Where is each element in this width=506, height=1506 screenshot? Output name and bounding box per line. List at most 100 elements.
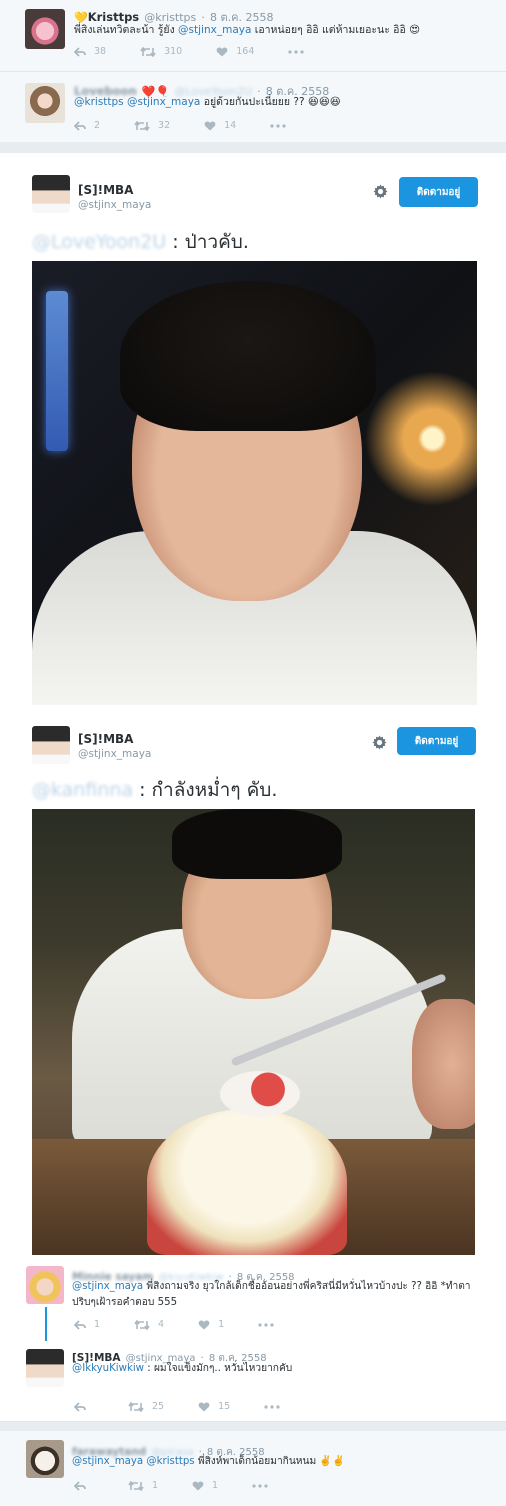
reply-icon	[74, 120, 86, 131]
mention-link[interactable]: @kristtps	[146, 1456, 194, 1467]
follow-button[interactable]: ติดตามอยู่	[397, 727, 476, 755]
reply-count: 1	[94, 1319, 101, 1330]
retweet-button[interactable]: 32	[134, 120, 170, 131]
more-icon	[270, 123, 286, 128]
retweet-count: 32	[158, 120, 171, 131]
tweet-photo[interactable]	[32, 261, 477, 705]
like-count: 14	[224, 120, 237, 131]
retweet-count: 25	[152, 1401, 165, 1412]
like-count: 164	[236, 46, 255, 57]
reply-button[interactable]	[74, 1401, 94, 1412]
retweet-icon	[140, 46, 156, 57]
more-icon	[252, 1483, 268, 1488]
heart-icon	[198, 1401, 210, 1411]
tweet-actions: 1 4 1	[74, 1319, 316, 1330]
retweet-button[interactable]: 4	[134, 1319, 164, 1330]
retweet-icon	[128, 1401, 144, 1412]
retweet-icon	[134, 1319, 150, 1330]
retweet-icon	[134, 120, 150, 131]
reply-icon	[74, 46, 86, 57]
gear-icon	[372, 735, 387, 750]
thread-line	[45, 1307, 47, 1341]
avatar[interactable]	[26, 1349, 64, 1387]
more-button[interactable]	[258, 1322, 282, 1327]
more-icon	[264, 1404, 280, 1409]
more-button[interactable]	[252, 1483, 276, 1488]
main-tweet-2[interactable]: [S]!MBA @stjinx_maya ติดตามอยู่ @kanfinn…	[0, 713, 506, 1263]
user-handle[interactable]: @stjinx_maya	[78, 748, 151, 760]
tweet-text: @kanfinna : กำลังหม่ำๆ คับ.	[32, 779, 278, 801]
gear-icon	[373, 184, 388, 199]
reply-icon	[74, 1401, 86, 1412]
heart-icon	[192, 1480, 204, 1490]
retweet-count: 1	[152, 1480, 159, 1491]
like-count: 1	[212, 1480, 219, 1491]
reply-count: 38	[94, 46, 107, 57]
user-name[interactable]: [S]!MBA	[78, 732, 133, 746]
tweet-loveboon[interactable]: Loveboon ❤️🎈 @LoveYoon2U · 8 ต.ค. 2558 @…	[0, 72, 506, 142]
reply-icon	[74, 1319, 86, 1330]
user-name[interactable]: [S]!MBA	[78, 183, 133, 197]
gear-button[interactable]	[372, 735, 387, 754]
more-button[interactable]	[288, 49, 312, 54]
avatar[interactable]	[32, 726, 70, 764]
avatar[interactable]	[25, 83, 65, 123]
like-button[interactable]: 15	[198, 1401, 230, 1412]
mention-link[interactable]: @kanfinna	[32, 779, 133, 801]
user-handle[interactable]: @stjinx_maya	[78, 199, 151, 211]
reply-button[interactable]: 1	[74, 1319, 100, 1330]
neon-sign	[46, 291, 68, 451]
more-button[interactable]	[270, 123, 294, 128]
tweet-actions: 25 15	[74, 1401, 322, 1412]
mention-link[interactable]: @IkkyuKiwkiw	[72, 1363, 144, 1374]
tweet-kristtps[interactable]: 💛Kristtps @kristtps · 8 ต.ค. 2558 พี่สิง…	[0, 0, 506, 71]
tweet-actions: 38 310 164	[74, 46, 346, 57]
more-icon	[258, 1322, 274, 1327]
tweet-actions: 2 32 14	[74, 120, 328, 131]
tweet-text: @LoveYoon2U : ป่าวคับ.	[32, 231, 249, 253]
gear-button[interactable]	[373, 184, 388, 203]
reply-button[interactable]: 2	[74, 120, 100, 131]
like-count: 15	[218, 1401, 231, 1412]
mention-link[interactable]: @stjinx_maya	[72, 1281, 143, 1292]
more-button[interactable]	[264, 1404, 288, 1409]
avatar[interactable]	[26, 1440, 64, 1478]
dessert-bowl	[147, 1109, 347, 1255]
mention-link[interactable]: @kristtps	[74, 96, 124, 108]
tweet-photo[interactable]	[32, 809, 475, 1255]
tweet-actions: 1 1	[74, 1480, 310, 1491]
retweet-button[interactable]: 25	[128, 1401, 164, 1412]
retweet-count: 310	[164, 46, 183, 57]
person-hair	[120, 281, 376, 431]
mention-link[interactable]: @LoveYoon2U	[32, 231, 166, 253]
retweet-button[interactable]: 310	[140, 46, 182, 57]
like-button[interactable]: 14	[204, 120, 236, 131]
like-button[interactable]: 1	[192, 1480, 218, 1491]
tweet-text: @stjinx_maya พี่สิงถามจริง ยุวใกล้เด็กชื…	[72, 1281, 471, 1308]
mention-link[interactable]: @stjinx_maya	[178, 24, 251, 36]
hand	[412, 999, 475, 1129]
mention-link[interactable]: @stjinx_maya	[72, 1456, 143, 1467]
like-button[interactable]: 1	[198, 1319, 224, 1330]
avatar[interactable]	[32, 175, 70, 213]
like-button[interactable]: 164	[216, 46, 254, 57]
heart-icon	[204, 120, 216, 130]
main-tweet-1[interactable]: [S]!MBA @stjinx_maya ติดตามอยู่ @LoveYoo…	[0, 153, 506, 713]
tweet-text: @kristtps @stjinx_maya อยู่ด้วยกันปะเนี่…	[74, 96, 341, 108]
avatar[interactable]	[25, 9, 65, 49]
more-icon	[288, 49, 304, 54]
reply-icon	[74, 1480, 86, 1491]
reply-3[interactable]: farawaytand @picasa · 8 ต.ค. 2558 @stjin…	[0, 1431, 506, 1506]
person-hair	[172, 809, 342, 879]
reply-button[interactable]: 38	[74, 46, 106, 57]
retweet-count: 4	[158, 1319, 165, 1330]
mention-link[interactable]: @stjinx_maya	[127, 96, 200, 108]
reply-2[interactable]: [S]!MBA @stjinx_maya · 8 ต.ค. 2558 @Ikky…	[0, 1341, 506, 1421]
follow-button[interactable]: ติดตามอยู่	[399, 177, 478, 207]
tweet-text: @stjinx_maya @kristtps พี่สิงห์พาเด็กน้อ…	[72, 1456, 345, 1467]
reply-button[interactable]	[74, 1480, 94, 1491]
reply-1[interactable]: Minnie sayam @kiyuKiwkiw · 8 ต.ค. 2558 @…	[0, 1263, 506, 1341]
avatar[interactable]	[26, 1266, 64, 1304]
heart-icon	[216, 46, 228, 56]
retweet-button[interactable]: 1	[128, 1480, 158, 1491]
